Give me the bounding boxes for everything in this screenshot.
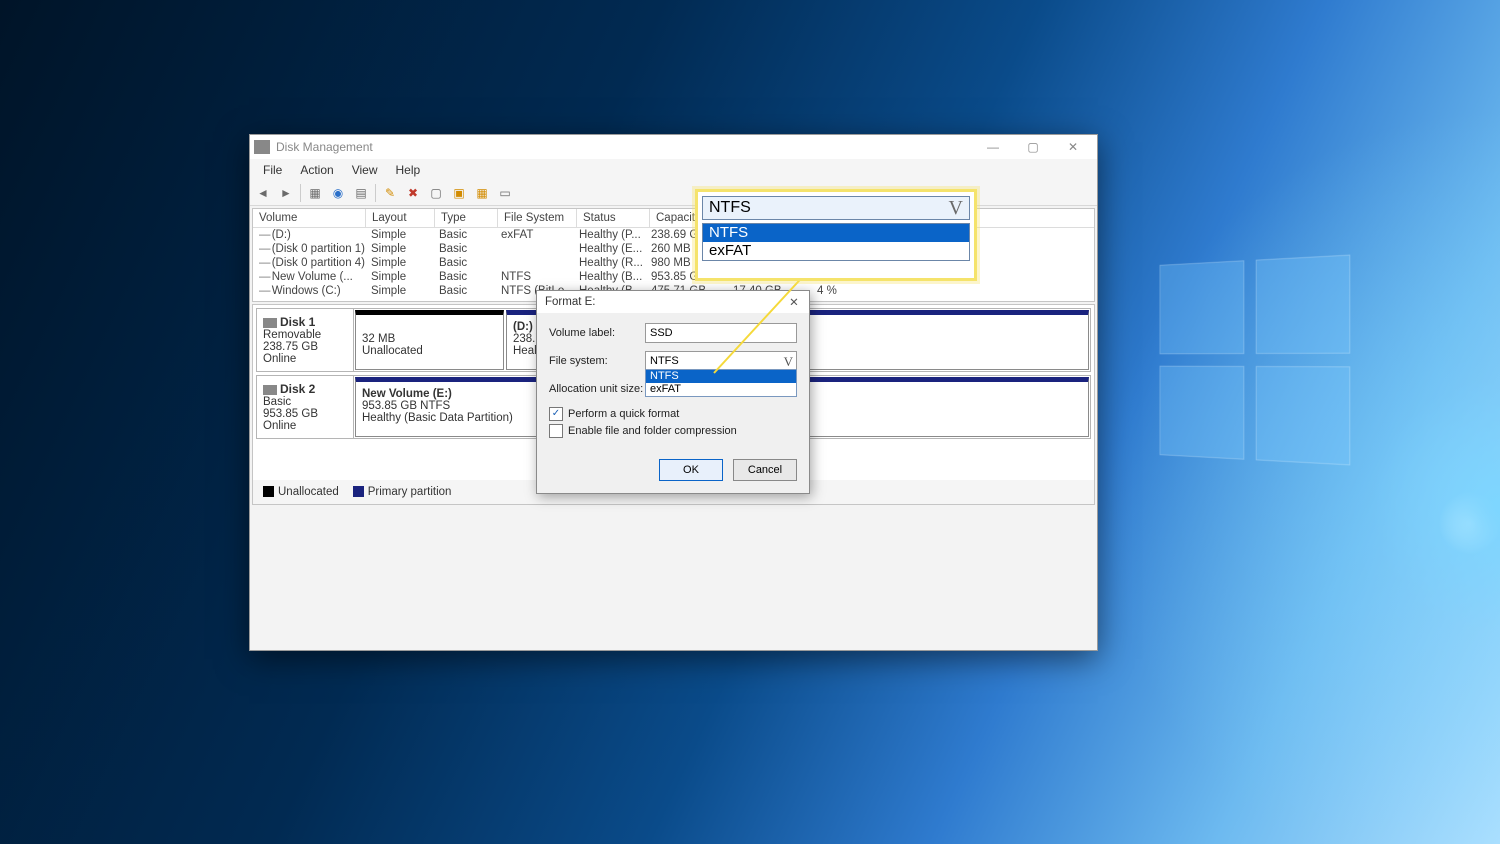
chevron-down-icon: V: [949, 197, 963, 219]
help-icon[interactable]: ✎: [381, 184, 399, 202]
menubar: File Action View Help: [250, 159, 1097, 181]
filesystem-value: NTFS: [650, 355, 679, 367]
fs-option-ntfs[interactable]: NTFS: [646, 370, 796, 383]
disk2-size: 953.85 GB: [263, 408, 318, 420]
col-volume[interactable]: Volume: [253, 209, 366, 227]
legend-swatch-primary: [353, 486, 364, 497]
dialog-close-button[interactable]: ✕: [779, 291, 809, 313]
checkbox-icon: [549, 424, 563, 438]
volume-label-label: Volume label:: [549, 327, 645, 339]
disk-icon: [263, 318, 277, 328]
disk1-name: Disk 1: [280, 315, 315, 329]
disk1-unallocated[interactable]: 32 MB Unallocated: [355, 310, 504, 370]
col-status[interactable]: Status: [577, 209, 650, 227]
compression-checkbox[interactable]: Enable file and folder compression: [549, 424, 797, 438]
callout-selected-value: NTFS: [709, 199, 751, 216]
disk2-info: Disk 2 Basic 953.85 GB Online: [257, 376, 354, 438]
disk1-state: Online: [263, 353, 296, 365]
delete-icon[interactable]: ✖: [404, 184, 422, 202]
refresh-icon[interactable]: ◉: [329, 184, 347, 202]
quick-format-checkbox[interactable]: Perform a quick format: [549, 407, 797, 421]
action1-icon[interactable]: ▢: [427, 184, 445, 202]
dialog-titlebar[interactable]: Format E: ✕: [537, 291, 809, 313]
dialog-title: Format E:: [545, 296, 595, 308]
close-button[interactable]: ✕: [1053, 135, 1093, 159]
maximize-button[interactable]: ▢: [1013, 135, 1053, 159]
disk2-name: Disk 2: [280, 382, 315, 396]
volume-label-input[interactable]: SSD: [645, 323, 797, 343]
disk1-unalloc-size: 32 MB: [362, 333, 395, 345]
show-hide-icon[interactable]: ▦: [306, 184, 324, 202]
col-type[interactable]: Type: [435, 209, 498, 227]
filesystem-dropdown[interactable]: NTFS V NTFS exFAT: [645, 351, 797, 371]
window-title: Disk Management: [276, 140, 373, 154]
col-filesystem[interactable]: File System: [498, 209, 577, 227]
filesystem-zoom-callout: NTFS V NTFS exFAT: [695, 189, 977, 281]
app-icon: [254, 140, 270, 154]
fs-option-exfat[interactable]: exFAT: [646, 383, 796, 396]
callout-selected[interactable]: NTFS V: [702, 196, 970, 220]
action4-icon[interactable]: ▭: [496, 184, 514, 202]
menu-file[interactable]: File: [254, 161, 291, 179]
disk2-part-size: 953.85 GB NTFS: [362, 400, 450, 412]
titlebar[interactable]: Disk Management — ▢ ✕: [250, 135, 1097, 159]
separator: [300, 184, 301, 202]
cancel-button[interactable]: Cancel: [733, 459, 797, 481]
filesystem-label: File system:: [549, 355, 645, 367]
legend-unallocated: Unallocated: [278, 486, 339, 498]
callout-option-list: NTFS exFAT: [702, 223, 970, 261]
allocation-unit-label: Allocation unit size:: [549, 383, 645, 395]
disk2-state: Online: [263, 420, 296, 432]
ok-button[interactable]: OK: [659, 459, 723, 481]
menu-help[interactable]: Help: [387, 161, 430, 179]
disk2-kind: Basic: [263, 396, 291, 408]
disk1-kind: Removable: [263, 329, 321, 341]
disk1-part-letter: (D:): [513, 321, 533, 333]
legend-primary: Primary partition: [368, 486, 452, 498]
disk2-part-status: Healthy (Basic Data Partition): [362, 412, 513, 424]
format-dialog: Format E: ✕ Volume label: SSD File syste…: [536, 290, 810, 494]
disk1-size: 238.75 GB: [263, 341, 318, 353]
disk2-part-label: New Volume (E:): [362, 388, 452, 400]
action2-icon[interactable]: ▣: [450, 184, 468, 202]
forward-icon[interactable]: ►: [277, 184, 295, 202]
properties-icon[interactable]: ▤: [352, 184, 370, 202]
compression-label: Enable file and folder compression: [568, 425, 737, 437]
separator: [375, 184, 376, 202]
quick-format-label: Perform a quick format: [568, 408, 679, 420]
legend-swatch-unallocated: [263, 486, 274, 497]
callout-option-exfat[interactable]: exFAT: [703, 242, 969, 260]
menu-action[interactable]: Action: [291, 161, 342, 179]
action3-icon[interactable]: ▦: [473, 184, 491, 202]
disk-icon: [263, 385, 277, 395]
disk1-unalloc-label: Unallocated: [362, 345, 423, 357]
back-icon[interactable]: ◄: [254, 184, 272, 202]
col-layout[interactable]: Layout: [366, 209, 435, 227]
checkbox-icon: [549, 407, 563, 421]
filesystem-dropdown-list[interactable]: NTFS exFAT: [645, 369, 797, 397]
minimize-button[interactable]: —: [973, 135, 1013, 159]
menu-view[interactable]: View: [343, 161, 387, 179]
disk1-info: Disk 1 Removable 238.75 GB Online: [257, 309, 354, 371]
callout-option-ntfs[interactable]: NTFS: [703, 224, 969, 242]
windows-logo: [1160, 255, 1351, 466]
